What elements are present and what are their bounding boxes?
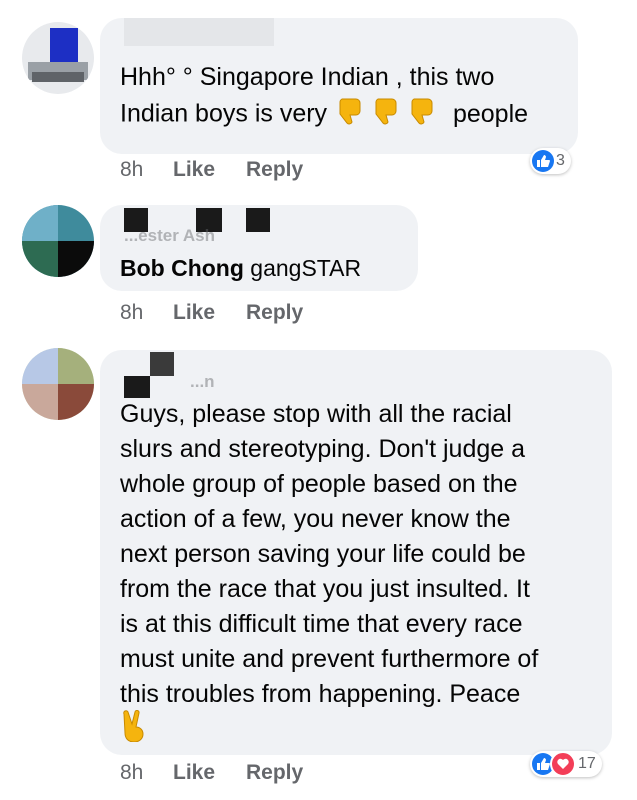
reply-link[interactable]: Reply [246,761,303,785]
comment-line: is at this difficult time that every rac… [120,610,523,638]
comment-text: Guys, please stop with all the racial sl… [120,397,605,712]
timestamp[interactable]: 8h [120,301,143,325]
comment-line: Hhh° ° Singapore Indian , this two [120,63,495,91]
comment-line: action of a few, you never know the [120,505,511,533]
avatar[interactable] [22,205,94,277]
comment-line: from the race that you just insulted. It [120,575,530,603]
like-link[interactable]: Like [173,761,215,785]
avatar[interactable] [22,348,94,420]
reaction-count: 17 [578,755,596,772]
comment-line: must unite and prevent furthermore of [120,645,539,673]
victory-hand-icon [121,710,149,747]
redacted-name-block [246,208,270,232]
redacted-name-block [150,352,174,376]
like-reaction-icon [532,150,554,172]
avatar-image [22,205,94,277]
comment-line: slurs and stereotyping. Don't judge a [120,435,526,463]
avatar[interactable] [22,22,94,94]
love-reaction-icon [550,751,576,777]
redacted-name-block [124,376,150,398]
timestamp[interactable]: 8h [120,761,143,785]
avatar-image [22,348,94,420]
comment-line: next person saving your life could be [120,540,526,568]
comment-line: whole group of people based on the [120,470,518,498]
timestamp[interactable]: 8h [120,158,143,182]
comment-line: this troubles from happening. Peace [120,680,521,708]
comment-text: Bob Chong gangSTAR [120,255,362,281]
redacted-name-block [124,18,274,46]
mention-link[interactable]: Bob Chong [120,255,244,281]
thumbs-down-icon [338,95,442,135]
avatar-image [22,22,94,94]
author-name-partial[interactable]: ...n [190,372,215,392]
author-name-partial[interactable]: ...ester Ash [124,226,215,246]
reaction-count: 3 [556,152,565,169]
comment-line: Guys, please stop with all the racial [120,400,512,428]
like-link[interactable]: Like [173,158,215,182]
reply-link[interactable]: Reply [246,158,303,182]
reaction-summary[interactable]: 3 [530,148,571,174]
reply-link[interactable]: Reply [246,301,303,325]
comment-line: Indian boys is very people [120,95,570,135]
comment-text: Hhh° ° Singapore Indian , this two India… [120,60,570,135]
reaction-summary[interactable]: 17 [530,751,602,777]
like-link[interactable]: Like [173,301,215,325]
